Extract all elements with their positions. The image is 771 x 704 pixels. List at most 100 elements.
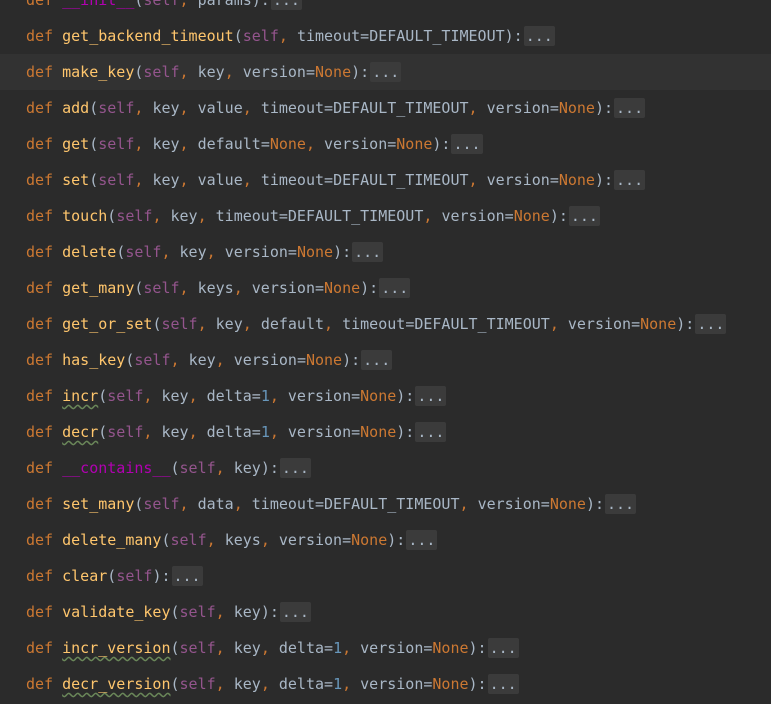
param-separator: , [278, 27, 297, 45]
code-line[interactable]: def get_many(self, keys, version=None):.… [0, 270, 771, 306]
param-separator: , [269, 387, 288, 405]
code-line[interactable]: def make_key(self, key, version=None):..… [0, 54, 771, 90]
code-line[interactable]: def has_key(self, key, version=None):... [0, 342, 771, 378]
def-keyword: def [26, 531, 54, 549]
def-keyword: def [26, 351, 54, 369]
code-line[interactable]: def touch(self, key, timeout=DEFAULT_TIM… [0, 198, 771, 234]
folded-body-marker[interactable]: ... [614, 98, 646, 118]
equals-sign: = [324, 99, 334, 117]
close-paren-colon: ): [351, 63, 370, 81]
param-separator: , [197, 315, 216, 333]
folded-body-marker[interactable]: ... [370, 62, 402, 82]
close-paren-colon: ): [468, 639, 487, 657]
def-keyword: def [26, 567, 54, 585]
param-default: 1 [260, 423, 270, 441]
code-line[interactable]: def set(self, key, value, timeout=DEFAUL… [0, 162, 771, 198]
code-line[interactable]: def add(self, key, value, timeout=DEFAUL… [0, 90, 771, 126]
code-line[interactable]: def delete(self, key, version=None):... [0, 234, 771, 270]
folded-body-marker[interactable]: ... [614, 170, 646, 190]
equals-sign: = [360, 27, 370, 45]
param-separator: , [549, 315, 568, 333]
code-line[interactable]: def decr_version(self, key, delta=1, ver… [0, 666, 771, 702]
self-param: self [179, 639, 216, 657]
code-line[interactable]: def get_or_set(self, key, default, timeo… [0, 306, 771, 342]
folded-body-marker[interactable]: ... [279, 602, 311, 622]
self-param: self [107, 423, 144, 441]
folded-body-marker[interactable]: ... [487, 674, 519, 694]
function-name: touch [62, 207, 108, 225]
folded-body-marker[interactable]: ... [270, 0, 302, 10]
equals-sign: = [324, 675, 334, 693]
folded-body-marker[interactable]: ... [352, 242, 384, 262]
self-param: self [116, 567, 153, 585]
folded-body-marker[interactable]: ... [415, 386, 447, 406]
code-line[interactable]: def delete_many(self, keys, version=None… [0, 522, 771, 558]
param-default: 1 [260, 387, 270, 405]
param-name: timeout [260, 171, 325, 189]
param-separator: , [224, 63, 243, 81]
folded-body-marker[interactable]: ... [361, 350, 393, 370]
code-line[interactable]: def get(self, key, default=None, version… [0, 126, 771, 162]
param-name: default [260, 315, 325, 333]
folded-body-marker[interactable]: ... [451, 134, 483, 154]
param-default: None [549, 495, 586, 513]
param-separator: , [206, 531, 225, 549]
folded-body-marker[interactable]: ... [171, 566, 203, 586]
def-keyword: def [26, 675, 54, 693]
code-line[interactable]: def validate_key(self, key):... [0, 594, 771, 630]
code-editor[interactable]: def __init__(self, params):... def get_ba… [0, 0, 771, 704]
def-keyword: def [26, 243, 54, 261]
param-separator: , [188, 423, 207, 441]
param-separator: , [305, 135, 325, 153]
close-paren-colon: ): [260, 459, 279, 477]
equals-sign: = [315, 495, 325, 513]
param-separator: , [179, 495, 198, 513]
folded-body-marker[interactable]: ... [568, 206, 600, 226]
code-line[interactable]: def __contains__(self, key):... [0, 450, 771, 486]
folded-body-marker[interactable]: ... [415, 422, 447, 442]
close-paren-colon: ): [396, 423, 415, 441]
open-paren: ( [107, 567, 117, 585]
folded-body-marker[interactable]: ... [487, 638, 519, 658]
folded-body-marker[interactable]: ... [523, 26, 555, 46]
param-name: key [233, 459, 261, 477]
code-line[interactable]: def __init__(self, params):... [0, 0, 771, 18]
folded-body-marker[interactable]: ... [379, 278, 411, 298]
open-paren: ( [98, 387, 108, 405]
folded-body-marker[interactable]: ... [406, 530, 438, 550]
close-paren-colon: ): [333, 243, 352, 261]
self-param: self [143, 0, 180, 9]
folded-body-marker[interactable]: ... [695, 314, 727, 334]
param-name: data [197, 495, 234, 513]
param-separator: , [179, 0, 198, 9]
param-separator: , [215, 459, 234, 477]
code-line[interactable]: def set_many(self, data, timeout=DEFAULT… [0, 486, 771, 522]
param-separator: , [423, 207, 442, 225]
open-paren: ( [89, 99, 99, 117]
equals-sign: = [342, 531, 352, 549]
equals-sign: = [351, 387, 361, 405]
param-default: None [640, 315, 677, 333]
self-param: self [179, 675, 216, 693]
folded-body-marker[interactable]: ... [605, 494, 637, 514]
close-paren-colon: ): [342, 351, 361, 369]
def-keyword: def [26, 423, 54, 441]
code-line[interactable]: def clear(self):... [0, 558, 771, 594]
param-separator: , [179, 135, 198, 153]
code-line[interactable]: def incr(self, key, delta=1, version=Non… [0, 378, 771, 414]
param-name: version [324, 135, 388, 153]
param-separator: , [459, 495, 478, 513]
code-line[interactable]: def decr(self, key, delta=1, version=Non… [0, 414, 771, 450]
folded-body-marker[interactable]: ... [279, 458, 311, 478]
param-separator: , [188, 387, 207, 405]
param-separator: , [179, 63, 198, 81]
code-line[interactable]: def incr_version(self, key, delta=1, ver… [0, 630, 771, 666]
param-default: None [351, 531, 388, 549]
code-line[interactable]: def get_backend_timeout(self, timeout=DE… [0, 18, 771, 54]
close-paren-colon: ): [360, 279, 379, 297]
